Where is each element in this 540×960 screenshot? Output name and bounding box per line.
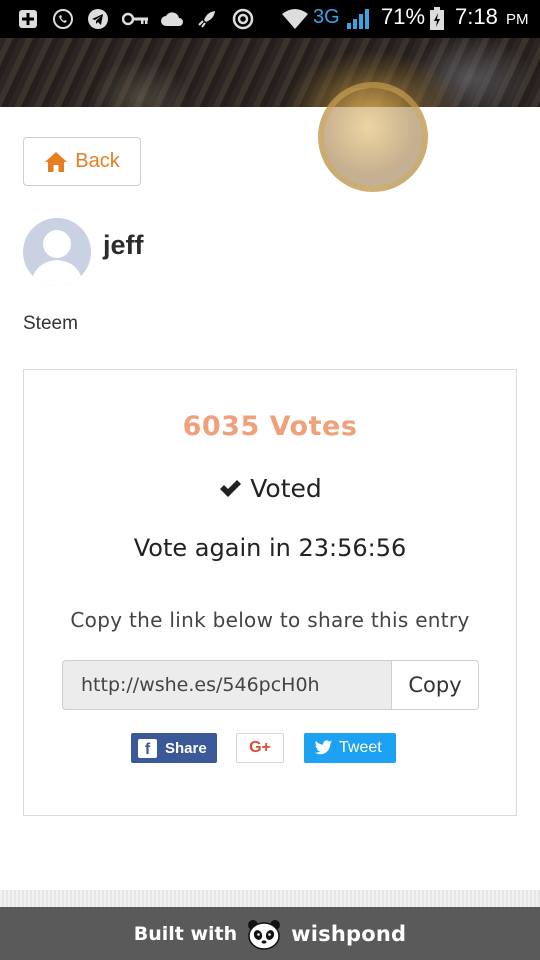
vote-card: 6035 Votes Voted Vote again in 23:56:56 …	[23, 369, 517, 816]
chrome-icon	[231, 7, 255, 31]
back-button[interactable]: Back	[23, 137, 141, 186]
share-link-input[interactable]	[62, 660, 391, 710]
rocket-icon	[195, 7, 219, 31]
wifi-icon	[281, 7, 309, 31]
vote-again-timer: Vote again in 23:56:56	[133, 534, 407, 562]
plus-box-icon	[16, 7, 40, 31]
back-button-label: Back	[75, 150, 120, 172]
tweet-button[interactable]: Tweet	[304, 733, 396, 763]
checkmark-icon	[220, 479, 242, 497]
status-bar: 3G 71% 7:18 PM	[0, 0, 540, 38]
voted-status: Voted	[24, 474, 516, 503]
vpn-key-icon	[122, 7, 150, 31]
wishpond-brand[interactable]: wishpond	[291, 922, 406, 946]
battery-icon	[428, 7, 446, 31]
username: jeff	[103, 230, 144, 260]
built-with-text: Built with	[133, 922, 238, 945]
clock-time: 7:18	[455, 4, 498, 29]
clock-ampm: PM	[506, 11, 529, 28]
facebook-icon: f	[138, 738, 157, 758]
copy-button[interactable]: Copy	[391, 660, 479, 710]
whatsapp-icon	[51, 7, 75, 31]
facebook-share-button[interactable]: f Share	[131, 733, 217, 763]
footer: Built with wishpond	[0, 907, 540, 960]
user-silhouette-icon	[31, 230, 83, 286]
coin-graphic	[318, 82, 428, 192]
voted-label: Voted	[250, 474, 322, 503]
entry-category: Steem	[23, 313, 78, 334]
signal-icon	[346, 7, 370, 31]
telegram-icon	[86, 7, 110, 31]
share-hint: Copy the link below to share this entry	[70, 608, 470, 632]
google-plus-icon: G+	[249, 739, 271, 756]
home-icon	[45, 151, 68, 172]
battery-percent: 71%	[381, 4, 426, 29]
share-link-group: Copy	[62, 660, 479, 710]
social-share-row: f Share G+ Tweet	[24, 733, 516, 763]
header-banner-image	[0, 38, 540, 192]
avatar	[23, 218, 91, 286]
twitter-bird-icon	[314, 740, 333, 755]
google-plus-button[interactable]: G+	[236, 733, 284, 763]
cloud-icon	[160, 7, 184, 31]
vote-count: 6035 Votes	[182, 411, 358, 442]
tweet-label: Tweet	[339, 739, 382, 756]
facebook-share-label: Share	[165, 739, 207, 757]
panda-logo-icon	[248, 919, 281, 950]
network-type: 3G	[313, 6, 340, 28]
footer-divider	[0, 890, 540, 907]
